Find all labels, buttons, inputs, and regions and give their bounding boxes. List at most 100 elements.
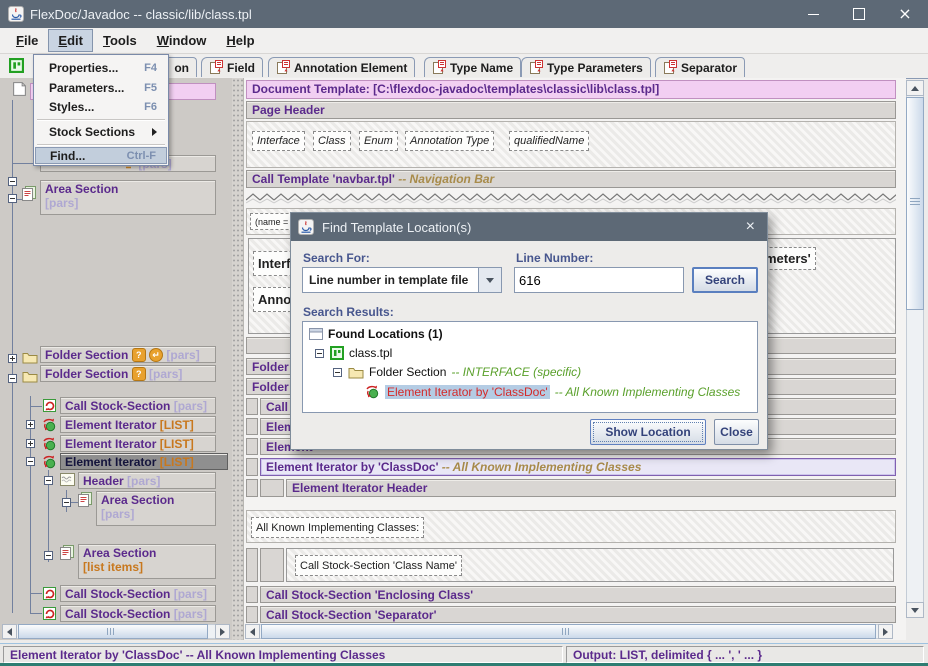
tree-row-call-stock[interactable]: Call Stock-Section [pars]: [60, 585, 216, 602]
page-header-bar[interactable]: Page Header: [246, 101, 896, 119]
tab-label: Annotation Element: [294, 61, 407, 75]
maximize-button[interactable]: [836, 0, 882, 28]
tree-row-element-iterator-selected[interactable]: Element Iterator [LIST]: [60, 453, 228, 470]
tab-field[interactable]: Field: [201, 57, 263, 77]
menu-item-styles[interactable]: Styles...F6: [35, 98, 167, 116]
tree-row-area-section[interactable]: Area Section [pars]: [96, 491, 216, 526]
tree-expander[interactable]: [44, 476, 53, 485]
minimize-button[interactable]: [790, 0, 836, 28]
combobox-value: Line number in template file: [309, 273, 468, 287]
menu-tools[interactable]: Tools: [93, 29, 147, 52]
panel-splitter[interactable]: [232, 78, 243, 640]
template-chip[interactable]: Enum: [359, 131, 398, 151]
template-chip[interactable]: Annotation Type: [405, 131, 494, 151]
scroll-right-button[interactable]: [215, 624, 230, 639]
template-chip[interactable]: Class: [313, 131, 351, 151]
main-hscroll-thumb[interactable]: [261, 624, 876, 639]
tree-row-folder-section[interactable]: Folder Section ? [pars]: [40, 365, 216, 382]
dialog-title-bar[interactable]: Find Template Location(s) ×: [291, 213, 767, 241]
tree-expander[interactable]: [8, 177, 17, 186]
search-button[interactable]: Search: [692, 267, 758, 293]
call-stock-section-icon: [42, 398, 57, 416]
main-vscroll-thumb[interactable]: [906, 97, 924, 310]
menu-item-parameters[interactable]: Parameters...F5: [35, 78, 167, 98]
template-chip[interactable]: Interface: [252, 131, 305, 151]
menu-file[interactable]: File: [6, 29, 48, 52]
line-number-input[interactable]: [514, 267, 684, 293]
tree-row-area-section[interactable]: Area Section [pars]: [40, 180, 216, 215]
tab-separator[interactable]: Separator: [655, 57, 745, 77]
menu-edit[interactable]: Edit: [48, 29, 93, 52]
show-location-button[interactable]: Show Location: [590, 419, 706, 445]
row-label: Area Section: [83, 546, 156, 560]
tab-annotation-element[interactable]: Annotation Element: [268, 57, 415, 77]
search-for-label: Search For:: [303, 251, 370, 265]
implementing-classes-box[interactable]: All Known Implementing Classes:: [251, 517, 424, 538]
folder-icon: [22, 369, 38, 386]
java-app-icon: [298, 219, 314, 235]
element-iterator-selected-bar[interactable]: Element Iterator by 'ClassDoc' -- All Kn…: [260, 458, 896, 476]
menu-item-properties[interactable]: Properties...F4: [35, 58, 167, 78]
header-icon: [60, 473, 75, 489]
call-template-navbar-bar[interactable]: Call Template 'navbar.tpl' -- Navigation…: [246, 170, 896, 188]
tree-expander[interactable]: [8, 354, 17, 363]
area-section-icon: [22, 186, 36, 204]
iterator-header-content: All Known Implementing Classes:: [246, 510, 896, 543]
submenu-arrow-icon: [152, 128, 157, 136]
call-separator-bar[interactable]: Call Stock-Section 'Separator': [260, 606, 896, 623]
scroll-up-button[interactable]: [906, 80, 924, 96]
tree-row-area-section[interactable]: Area Section [list items]: [78, 544, 216, 579]
menu-help[interactable]: Help: [216, 29, 264, 52]
scroll-right-button[interactable]: [878, 624, 893, 639]
tree-row-call-stock[interactable]: Call Stock-Section [pars]: [60, 397, 216, 414]
scroll-left-button[interactable]: [245, 624, 260, 639]
search-results-tree[interactable]: Found Locations (1) class.tpl Folder Sec…: [302, 321, 758, 413]
call-enclosing-class-bar[interactable]: Call Stock-Section 'Enclosing Class': [260, 586, 896, 603]
tree-expander[interactable]: [44, 551, 53, 560]
search-for-combobox[interactable]: Line number in template file: [302, 267, 502, 293]
template-chip[interactable]: qualifiedName: [509, 131, 589, 151]
tree-expander[interactable]: [8, 194, 17, 203]
result-file-row[interactable]: class.tpl: [315, 346, 392, 360]
tree-expander[interactable]: [333, 368, 342, 377]
close-dialog-button[interactable]: Close: [714, 419, 759, 445]
result-iterator-row[interactable]: Element Iterator by 'ClassDoc' -- All Kn…: [365, 384, 740, 399]
element-iterator-header-bar[interactable]: Element Iterator Header: [286, 479, 896, 497]
scroll-down-button[interactable]: [906, 602, 924, 618]
result-root-row[interactable]: Found Locations (1): [309, 327, 443, 341]
tree-row-element-iterator[interactable]: Element Iterator [LIST]: [60, 416, 216, 433]
dialog-close-icon[interactable]: ×: [746, 218, 755, 236]
row-label: Area Section: [45, 182, 118, 196]
section-title: Element Iterator by 'ClassDoc': [266, 460, 438, 474]
row-label: Call Stock-Section: [65, 587, 170, 601]
tab-type-name[interactable]: Type Name: [424, 57, 521, 77]
tree-expander[interactable]: [8, 374, 17, 383]
combobox-arrow-icon[interactable]: [478, 268, 501, 292]
tree-row-folder-section[interactable]: Folder Section ? ↵ [pars]: [40, 346, 216, 363]
document-template-header: Document Template: [C:\flexdoc-javadoc\t…: [246, 80, 896, 99]
menu-separator: [37, 119, 165, 120]
tree-row-call-stock[interactable]: Call Stock-Section [pars]: [60, 605, 216, 622]
tab-type-parameters[interactable]: Type Parameters: [521, 57, 651, 77]
tree-row-element-iterator[interactable]: Element Iterator [LIST]: [60, 435, 216, 452]
tree-expander[interactable]: [62, 498, 71, 507]
menu-bar: File Edit Tools Window Help: [0, 28, 928, 54]
row-pars: [pars]: [127, 474, 160, 488]
call-class-name-box[interactable]: Call Stock-Section 'Class Name': [295, 555, 462, 576]
tree-expander[interactable]: [26, 439, 35, 448]
element-iterator-icon: [42, 417, 57, 435]
menu-item-stock-sections[interactable]: Stock Sections: [35, 122, 167, 141]
tree-hscroll-thumb[interactable]: [18, 624, 208, 639]
scroll-left-button[interactable]: [2, 624, 17, 639]
menu-item-find[interactable]: Find...Ctrl-F: [35, 147, 167, 164]
tree-row-header[interactable]: Header [pars]: [78, 472, 216, 489]
tab-label: Separator: [681, 61, 737, 75]
find-template-locations-dialog: Find Template Location(s) × Search For: …: [290, 212, 768, 450]
close-button[interactable]: ×: [882, 0, 928, 28]
tree-expander[interactable]: [26, 457, 35, 466]
tree-expander[interactable]: [315, 349, 324, 358]
menu-window[interactable]: Window: [147, 29, 217, 52]
tree-expander[interactable]: [26, 420, 35, 429]
result-folder-row[interactable]: Folder Section -- INTERFACE (specific): [333, 365, 581, 379]
type-parameters-box[interactable]: meters': [760, 247, 816, 270]
